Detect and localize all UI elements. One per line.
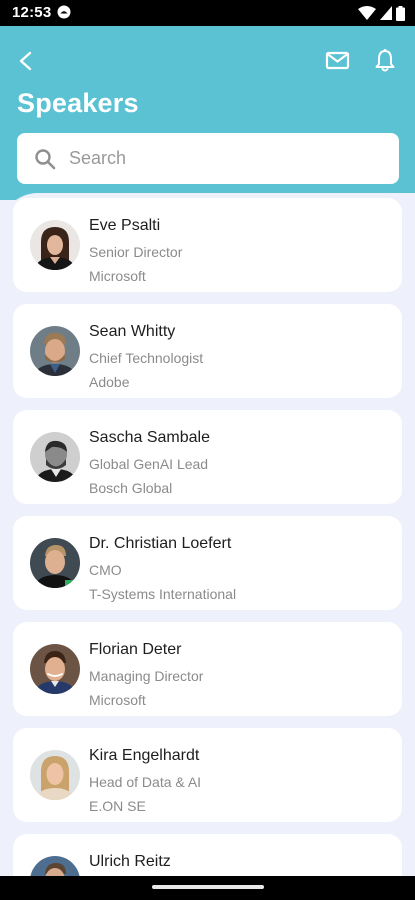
speaker-role: CMO xyxy=(89,562,122,578)
messages-button[interactable] xyxy=(324,48,352,74)
speaker-card[interactable]: Kira Engelhardt Head of Data & AI E.ON S… xyxy=(13,728,402,822)
speaker-card[interactable]: Ulrich Reitz xyxy=(13,834,402,876)
status-time: 12:53 xyxy=(12,4,52,21)
status-bar: 12:53 xyxy=(0,0,415,26)
speaker-card[interactable]: Sascha Sambale Global GenAI Lead Bosch G… xyxy=(13,410,402,504)
speaker-list[interactable]: Eve Psalti Senior Director Microsoft Sea… xyxy=(0,193,415,876)
speaker-company: E.ON SE xyxy=(89,798,146,814)
speaker-company: Bosch Global xyxy=(89,480,173,496)
speaker-role: Head of Data & AI xyxy=(89,774,202,790)
speaker-name: Dr. Christian Loefert xyxy=(89,535,232,552)
speaker-role: Chief Technologist xyxy=(89,350,204,366)
speaker-name: Sascha Sambale xyxy=(89,429,210,446)
speaker-role: Managing Director xyxy=(89,668,204,684)
speaker-name: Florian Deter xyxy=(89,641,182,658)
wifi-icon xyxy=(358,6,376,20)
battery-icon xyxy=(396,5,405,21)
speaker-avatar xyxy=(30,856,80,876)
speaker-name: Kira Engelhardt xyxy=(89,747,200,764)
speaker-name: Ulrich Reitz xyxy=(89,853,171,870)
mail-icon xyxy=(325,51,350,70)
status-indicators xyxy=(358,4,405,22)
speaker-company: Microsoft xyxy=(89,692,146,708)
search-input[interactable] xyxy=(67,147,371,170)
speaker-name: Sean Whitty xyxy=(89,323,176,340)
speaker-card[interactable]: Dr. Christian Loefert CMO T-Systems Inte… xyxy=(13,516,402,610)
speaker-avatar xyxy=(30,538,80,588)
speaker-avatar xyxy=(30,750,80,800)
speaker-avatar xyxy=(30,644,80,694)
back-arrow-icon xyxy=(19,51,32,71)
search-icon xyxy=(35,148,56,169)
page-title: Speakers xyxy=(17,88,139,118)
speaker-avatar xyxy=(30,326,80,376)
speaker-avatar xyxy=(30,432,80,482)
speaker-avatar xyxy=(30,220,80,270)
speaker-role: Global GenAI Lead xyxy=(89,456,209,472)
bell-icon xyxy=(375,48,395,72)
speaker-role: Senior Director xyxy=(89,244,183,260)
home-indicator[interactable] xyxy=(152,885,264,889)
speaker-card[interactable]: Florian Deter Managing Director Microsof… xyxy=(13,622,402,716)
speaker-company: T-Systems International xyxy=(89,586,237,602)
signal-icon xyxy=(380,6,392,20)
search-bar[interactable] xyxy=(17,133,399,184)
speaker-company: Adobe xyxy=(89,374,130,390)
back-button[interactable] xyxy=(12,46,40,76)
speaker-company: Microsoft xyxy=(89,268,146,284)
speaker-name: Eve Psalti xyxy=(89,217,161,234)
notifications-button[interactable] xyxy=(372,46,398,76)
speaker-card[interactable]: Eve Psalti Senior Director Microsoft xyxy=(13,198,402,292)
speaker-card[interactable]: Sean Whitty Chief Technologist Adobe xyxy=(13,304,402,398)
navigation-bar xyxy=(0,876,415,900)
app-notification-icon xyxy=(57,5,71,19)
